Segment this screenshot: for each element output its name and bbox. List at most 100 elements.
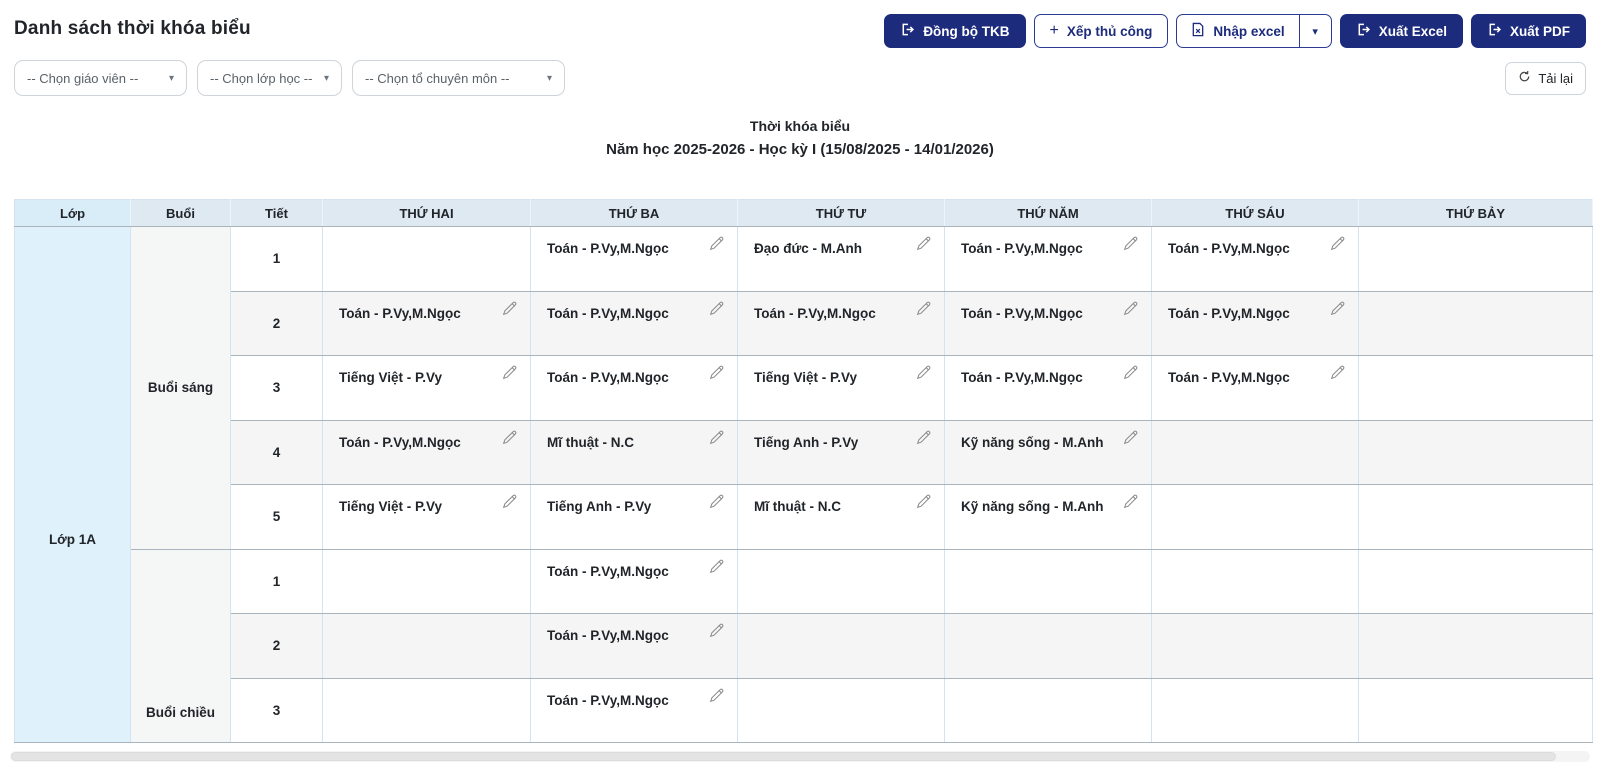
subject-cell: Toán - P.Vy,M.Ngọc [944, 226, 1152, 292]
subject-cell: Toán - P.Vy,M.Ngọc [737, 291, 945, 356]
subject-cell [322, 549, 531, 614]
period-number-cell: 1 [230, 226, 323, 292]
timetable-heading: Thời khóa biểu Năm học 2025-2026 - Học k… [0, 118, 1600, 158]
manual-arrange-button[interactable]: + Xếp thủ công [1033, 14, 1169, 48]
timetable-table: Lớp Buổi Tiết THỨ HAI THỨ BA THỨ TƯ THỨ NĂM THỨ… [14, 199, 1593, 743]
caret-down-icon: ▾ [1312, 25, 1318, 38]
subject-label: Toán - P.Vy,M.Ngọc [754, 305, 876, 321]
period-number-cell: 2 [230, 291, 323, 356]
refresh-icon [1518, 70, 1531, 86]
subject-cell: Kỹ năng sống - M.Anh [944, 420, 1152, 485]
subject-cell: Toán - P.Vy,M.Ngọc [322, 291, 531, 356]
subject-label: Toán - P.Vy,M.Ngọc [547, 628, 669, 643]
subject-label: Kỹ năng sống - M.Anh [961, 434, 1104, 450]
period-number-cell: 3 [230, 355, 323, 421]
file-excel-icon [1191, 22, 1205, 40]
sync-tkb-button[interactable]: Đồng bộ TKB [884, 14, 1026, 48]
edit-pencil-icon[interactable] [709, 430, 724, 448]
subject-cell: Tiếng Việt - P.Vy [322, 484, 531, 550]
edit-pencil-icon[interactable] [709, 494, 724, 512]
subject-label: Toán - P.Vy,M.Ngọc [547, 563, 669, 579]
reload-button[interactable]: Tải lại [1505, 61, 1586, 95]
edit-pencil-icon[interactable] [916, 236, 931, 254]
period-number-cell: 1 [230, 549, 323, 614]
caret-down-icon: ▾ [168, 72, 174, 84]
edit-pencil-icon[interactable] [1330, 365, 1345, 383]
edit-pencil-icon[interactable] [709, 688, 724, 706]
subject-cell: Toán - P.Vy,M.Ngọc [322, 420, 531, 485]
subject-label: Toán - P.Vy,M.Ngọc [339, 434, 461, 450]
department-select[interactable]: -- Chọn tổ chuyên môn -- ▾ [352, 60, 565, 96]
column-header: THỨ BA [530, 199, 738, 227]
plus-icon: + [1049, 22, 1059, 39]
edit-pencil-icon[interactable] [916, 301, 931, 319]
filter-bar: -- Chọn giáo viên -- ▾ -- Chọn lớp học -… [0, 48, 1600, 96]
subject-cell: Toán - P.Vy,M.Ngọc [530, 355, 738, 421]
toolbar: Đồng bộ TKB + Xếp thủ công Nhập excel ▾ … [884, 14, 1586, 48]
edit-pencil-icon[interactable] [709, 236, 724, 254]
export-pdf-button[interactable]: Xuất PDF [1470, 14, 1586, 48]
horizontal-scrollbar-track[interactable] [10, 751, 1590, 762]
edit-pencil-icon[interactable] [916, 365, 931, 383]
column-header: THỨ TƯ [737, 199, 945, 227]
subject-cell: Toán - P.Vy,M.Ngọc [530, 226, 738, 292]
edit-pencil-icon[interactable] [916, 430, 931, 448]
subject-cell: Tiếng Việt - P.Vy [737, 355, 945, 421]
subject-label: Toán - P.Vy,M.Ngọc [339, 305, 461, 321]
subject-cell [1358, 549, 1593, 614]
subject-cell [1151, 484, 1359, 550]
edit-pencil-icon[interactable] [1330, 236, 1345, 254]
subject-cell: Toán - P.Vy,M.Ngọc [1151, 226, 1359, 292]
subject-label: Tiếng Anh - P.Vy [754, 434, 859, 450]
period-number-cell: 3 [230, 678, 323, 743]
subject-cell: Toán - P.Vy,M.Ngọc [944, 355, 1152, 421]
edit-pencil-icon[interactable] [1123, 430, 1138, 448]
edit-pencil-icon[interactable] [1123, 494, 1138, 512]
edit-pencil-icon[interactable] [502, 301, 517, 319]
subject-cell: Mĩ thuật - N.C [737, 484, 945, 550]
edit-pencil-icon[interactable] [502, 430, 517, 448]
subject-cell [1358, 613, 1593, 679]
edit-pencil-icon[interactable] [709, 623, 724, 641]
import-excel-button[interactable]: Nhập excel [1177, 15, 1298, 47]
session-cell: Buổi chiều [130, 549, 231, 743]
class-name-cell: Lớp 1A [14, 226, 131, 743]
import-excel-caret-button[interactable]: ▾ [1298, 15, 1331, 47]
subject-label: Toán - P.Vy,M.Ngọc [961, 305, 1083, 321]
timetable-row: Lớp 1A Buổi sáng 1 Toán - P.Vy,M.Ngọc Đạo đứ… [14, 226, 1593, 743]
reload-label: Tải lại [1538, 70, 1573, 86]
timetable-row: 2 Toán - P.Vy,M.Ngọc Toán - P.Vy,M.Ngọc Toá… [15, 291, 1593, 356]
export-pdf-label: Xuất PDF [1509, 23, 1570, 39]
edit-pencil-icon[interactable] [502, 365, 517, 383]
page-title: Danh sách thời khóa biểu [14, 18, 251, 39]
subject-label: Toán - P.Vy,M.Ngọc [961, 241, 1083, 256]
export-excel-button[interactable]: Xuất Excel [1339, 14, 1463, 48]
edit-pencil-icon[interactable] [709, 559, 724, 577]
subject-label: Tiếng Việt - P.Vy [339, 499, 443, 514]
column-header: Buổi [130, 199, 231, 227]
subject-cell: Tiếng Anh - P.Vy [737, 420, 945, 485]
subject-label: Toán - P.Vy,M.Ngọc [1168, 370, 1290, 385]
edit-pencil-icon[interactable] [709, 365, 724, 383]
edit-pencil-icon[interactable] [1123, 236, 1138, 254]
timetable-row: 3 Toán - P.Vy,M.Ngọc [15, 678, 1593, 743]
edit-pencil-icon[interactable] [1123, 365, 1138, 383]
edit-pencil-icon[interactable] [916, 494, 931, 512]
subject-cell: Mĩ thuật - N.C [530, 420, 738, 485]
subject-cell: Toán - P.Vy,M.Ngọc [530, 613, 738, 679]
horizontal-scrollbar-thumb[interactable] [11, 752, 1556, 761]
subject-label: Tiếng Việt - P.Vy [339, 370, 443, 385]
subject-label: Toán - P.Vy,M.Ngọc [1168, 241, 1290, 256]
timetable-header: Lớp Buổi Tiết THỨ HAI THỨ BA THỨ TƯ THỨ NĂM THỨ… [14, 199, 1593, 227]
subject-cell [322, 613, 531, 679]
subject-cell [1151, 549, 1359, 614]
subject-cell [1358, 678, 1593, 743]
subject-label: Mĩ thuật - N.C [547, 434, 634, 450]
teacher-select[interactable]: -- Chọn giáo viên -- ▾ [14, 60, 187, 96]
edit-pencil-icon[interactable] [1123, 301, 1138, 319]
edit-pencil-icon[interactable] [1330, 301, 1345, 319]
edit-pencil-icon[interactable] [502, 494, 517, 512]
subject-cell: Đạo đức - M.Anh [737, 226, 945, 292]
edit-pencil-icon[interactable] [709, 301, 724, 319]
class-select[interactable]: -- Chọn lớp học -- ▾ [197, 60, 342, 96]
